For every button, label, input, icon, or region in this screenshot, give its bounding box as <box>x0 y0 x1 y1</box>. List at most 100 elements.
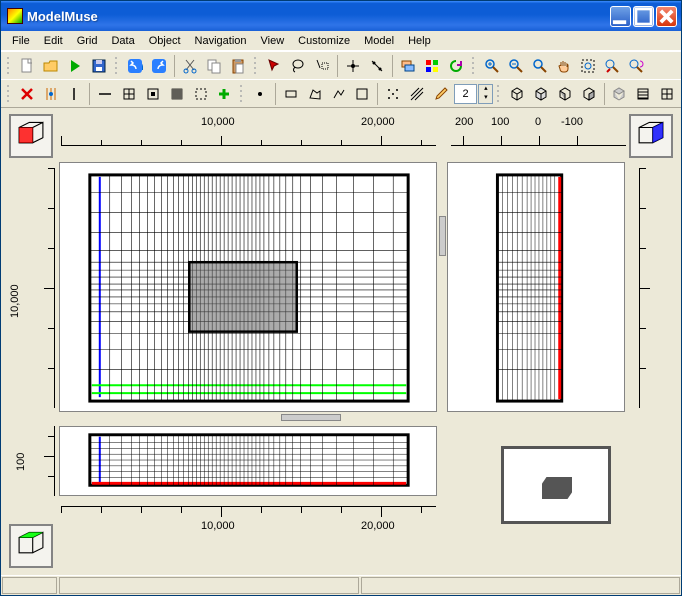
hline-button[interactable] <box>94 83 116 105</box>
menu-object[interactable]: Object <box>142 33 188 49</box>
status-cell <box>361 577 680 594</box>
ruler-label: -100 <box>561 116 583 128</box>
select-arrow-button[interactable] <box>263 55 285 77</box>
view-indicator-top-left[interactable] <box>9 114 53 158</box>
shape-hatch-button[interactable] <box>406 83 428 105</box>
ruler-top-side: 200 100 0 -100 <box>451 116 626 154</box>
gripper-icon[interactable] <box>471 55 477 77</box>
gridlines-button[interactable] <box>118 83 140 105</box>
snap-node-button[interactable] <box>342 55 364 77</box>
ruler-right <box>639 168 669 408</box>
redo-button[interactable] <box>148 55 170 77</box>
cut-button[interactable] <box>179 55 201 77</box>
splitter-vertical[interactable] <box>439 216 446 256</box>
preview-pane[interactable] <box>501 446 611 524</box>
zoom-prev-button[interactable] <box>601 55 623 77</box>
snap-grid-button[interactable] <box>40 83 62 105</box>
shape-scribble-button[interactable] <box>351 83 373 105</box>
status-cell <box>59 577 359 594</box>
gripper-icon[interactable] <box>496 83 502 105</box>
menu-view[interactable]: View <box>254 33 292 49</box>
griddash-button[interactable] <box>190 83 212 105</box>
view-grid-button[interactable] <box>656 83 678 105</box>
menu-customize[interactable]: Customize <box>291 33 357 49</box>
ruler-label: 100 <box>491 116 509 128</box>
zoom-fit-button[interactable] <box>529 55 551 77</box>
ruler-label: 10,000 <box>201 116 235 128</box>
toolbar-row-2: 2 ▴▾ <box>1 79 681 107</box>
ruler-label: 10,000 <box>201 520 235 532</box>
vline-button[interactable] <box>64 83 86 105</box>
workspace: 10,000 20,000 200 100 0 -100 <box>1 108 681 574</box>
view-wire-button[interactable] <box>608 83 630 105</box>
ruler-top-main: 10,000 20,000 <box>61 116 436 154</box>
view-pane-top[interactable] <box>59 162 437 412</box>
shape-line-button[interactable] <box>328 83 350 105</box>
menu-edit[interactable]: Edit <box>37 33 70 49</box>
zoom-region-button[interactable] <box>577 55 599 77</box>
gripper-icon[interactable] <box>114 55 120 77</box>
zoom-out-button[interactable] <box>505 55 527 77</box>
window-title: ModelMuse <box>27 9 608 24</box>
menu-file[interactable]: File <box>5 33 37 49</box>
paste-button[interactable] <box>227 55 249 77</box>
ruler-label: 0 <box>535 116 541 128</box>
view-pane-front[interactable] <box>59 426 437 496</box>
run-button[interactable] <box>64 55 86 77</box>
gripper-icon[interactable] <box>6 55 12 77</box>
gripper-icon[interactable] <box>6 83 12 105</box>
menu-model[interactable]: Model <box>357 33 401 49</box>
minimize-button[interactable] <box>610 6 631 27</box>
zoom-in-button[interactable] <box>481 55 503 77</box>
menu-help[interactable]: Help <box>401 33 438 49</box>
gridfine-button[interactable] <box>166 83 188 105</box>
menu-data[interactable]: Data <box>104 33 141 49</box>
menu-grid[interactable]: Grid <box>70 33 105 49</box>
ruler-label: 200 <box>455 116 473 128</box>
menu-navigation[interactable]: Navigation <box>188 33 254 49</box>
add-plus-button[interactable] <box>213 83 235 105</box>
close-button[interactable] <box>656 6 677 27</box>
zoom-undo-button[interactable] <box>625 55 647 77</box>
shape-dots-button[interactable] <box>382 83 404 105</box>
colors-button[interactable] <box>421 55 443 77</box>
view-iso2-button[interactable] <box>530 83 552 105</box>
ruler-label: 10,000 <box>9 284 21 318</box>
undo-button[interactable] <box>124 55 146 77</box>
copy-button[interactable] <box>203 55 225 77</box>
shape-point-button[interactable] <box>249 83 271 105</box>
splitter-horizontal[interactable] <box>281 414 341 421</box>
view-solid-button[interactable] <box>632 83 654 105</box>
spin-arrows[interactable]: ▴▾ <box>478 84 493 104</box>
refresh-button[interactable] <box>445 55 467 77</box>
status-cell <box>2 577 57 594</box>
menubar: File Edit Grid Data Object Navigation Vi… <box>1 31 681 51</box>
gridbox-button[interactable] <box>142 83 164 105</box>
snap-edge-button[interactable] <box>366 55 388 77</box>
shape-poly-button[interactable] <box>304 83 326 105</box>
open-folder-button[interactable] <box>40 55 62 77</box>
view-indicator-bottom-left[interactable] <box>9 524 53 568</box>
app-icon <box>7 8 23 24</box>
view-yz-button[interactable] <box>578 83 600 105</box>
view-pane-side[interactable] <box>447 162 625 412</box>
gripper-icon[interactable] <box>239 83 245 105</box>
toolbar-row-1 <box>1 51 681 79</box>
layers-button[interactable] <box>397 55 419 77</box>
titlebar: ModelMuse <box>1 1 681 31</box>
pencil-button[interactable] <box>430 83 452 105</box>
view-indicator-top-right[interactable] <box>629 114 673 158</box>
view-xy-button[interactable] <box>554 83 576 105</box>
pan-hand-button[interactable] <box>553 55 575 77</box>
delete-button[interactable] <box>16 83 38 105</box>
save-button[interactable] <box>88 55 110 77</box>
spin-value[interactable]: 2 <box>454 84 478 104</box>
maximize-button[interactable] <box>633 6 654 27</box>
new-file-button[interactable] <box>16 55 38 77</box>
statusbar <box>1 575 681 595</box>
vertex-select-button[interactable] <box>311 55 333 77</box>
view-iso1-button[interactable] <box>506 83 528 105</box>
lasso-button[interactable] <box>287 55 309 77</box>
shape-rect-button[interactable] <box>280 83 302 105</box>
gripper-icon[interactable] <box>253 55 259 77</box>
